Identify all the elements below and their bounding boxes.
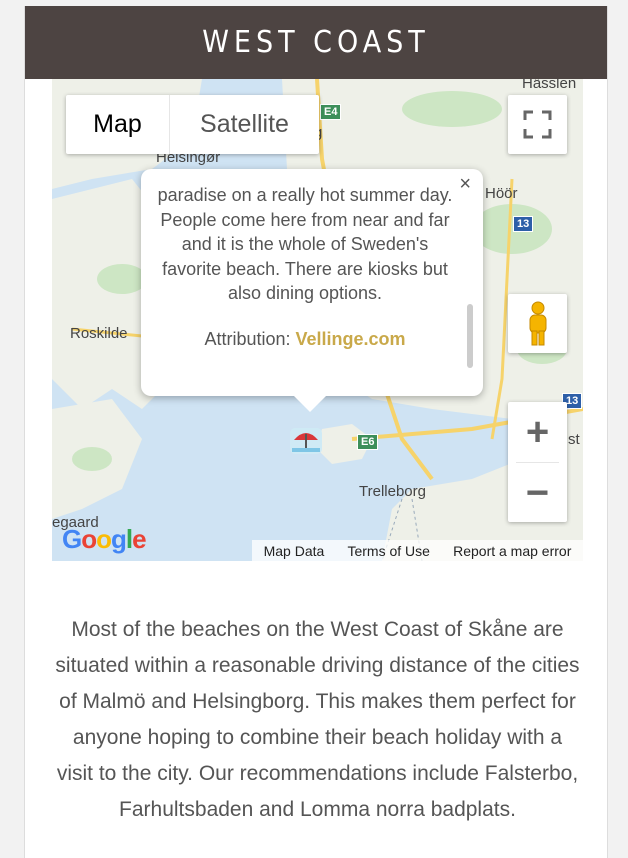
map-type-satellite-button[interactable]: Satellite xyxy=(169,95,319,154)
terms-of-use-link[interactable]: Terms of Use xyxy=(347,543,429,559)
google-logo: Google xyxy=(62,524,147,554)
attribution-link[interactable]: Vellinge.com xyxy=(296,329,406,349)
content-card: WEST COAST Hässlen g Helsingør xyxy=(24,6,608,858)
info-window: × paradise on a really hot summer day. P… xyxy=(141,169,483,412)
map-footer: Map Data Terms of Use Report a map error xyxy=(252,540,583,561)
road-shield-13: 13 xyxy=(513,216,534,232)
map-type-map-button[interactable]: Map xyxy=(66,95,169,154)
road-shield-e4: E4 xyxy=(320,104,342,120)
label-trelleborg: Trelleborg xyxy=(359,483,426,500)
info-window-text: paradise on a really hot summer day. Peo… xyxy=(157,185,453,303)
beach-marker-icon[interactable] xyxy=(288,424,324,458)
page-header: WEST COAST xyxy=(25,6,607,79)
description-text: Most of the beaches on the West Coast of… xyxy=(55,618,580,821)
attribution-label: Attribution: xyxy=(204,329,291,349)
zoom-control: + − xyxy=(508,402,567,522)
fullscreen-button[interactable] xyxy=(508,95,567,154)
road-shield-e6: E6 xyxy=(357,434,379,450)
info-window-scrollbar[interactable] xyxy=(467,304,473,368)
label-hassleholm: Hässlen xyxy=(522,79,577,92)
map-data-link[interactable]: Map Data xyxy=(264,543,325,559)
google-map[interactable]: Hässlen g Helsingør Höör Roskilde Trelle… xyxy=(52,79,583,561)
close-icon[interactable]: × xyxy=(459,173,471,196)
pegman-icon xyxy=(529,301,546,345)
report-map-error-link[interactable]: Report a map error xyxy=(453,543,571,559)
label-st: st xyxy=(568,431,580,448)
map-type-control: Map Satellite xyxy=(66,95,319,154)
info-window-attribution: Attribution: Vellinge.com xyxy=(155,329,455,350)
street-view-pegman-button[interactable] xyxy=(508,294,567,353)
fullscreen-icon xyxy=(523,110,552,139)
label-roskilde: Roskilde xyxy=(70,325,128,342)
label-hor: Höör xyxy=(485,185,518,202)
zoom-in-button[interactable]: + xyxy=(508,402,567,462)
zoom-out-button[interactable]: − xyxy=(508,463,567,523)
page-title: WEST COAST xyxy=(202,25,430,60)
